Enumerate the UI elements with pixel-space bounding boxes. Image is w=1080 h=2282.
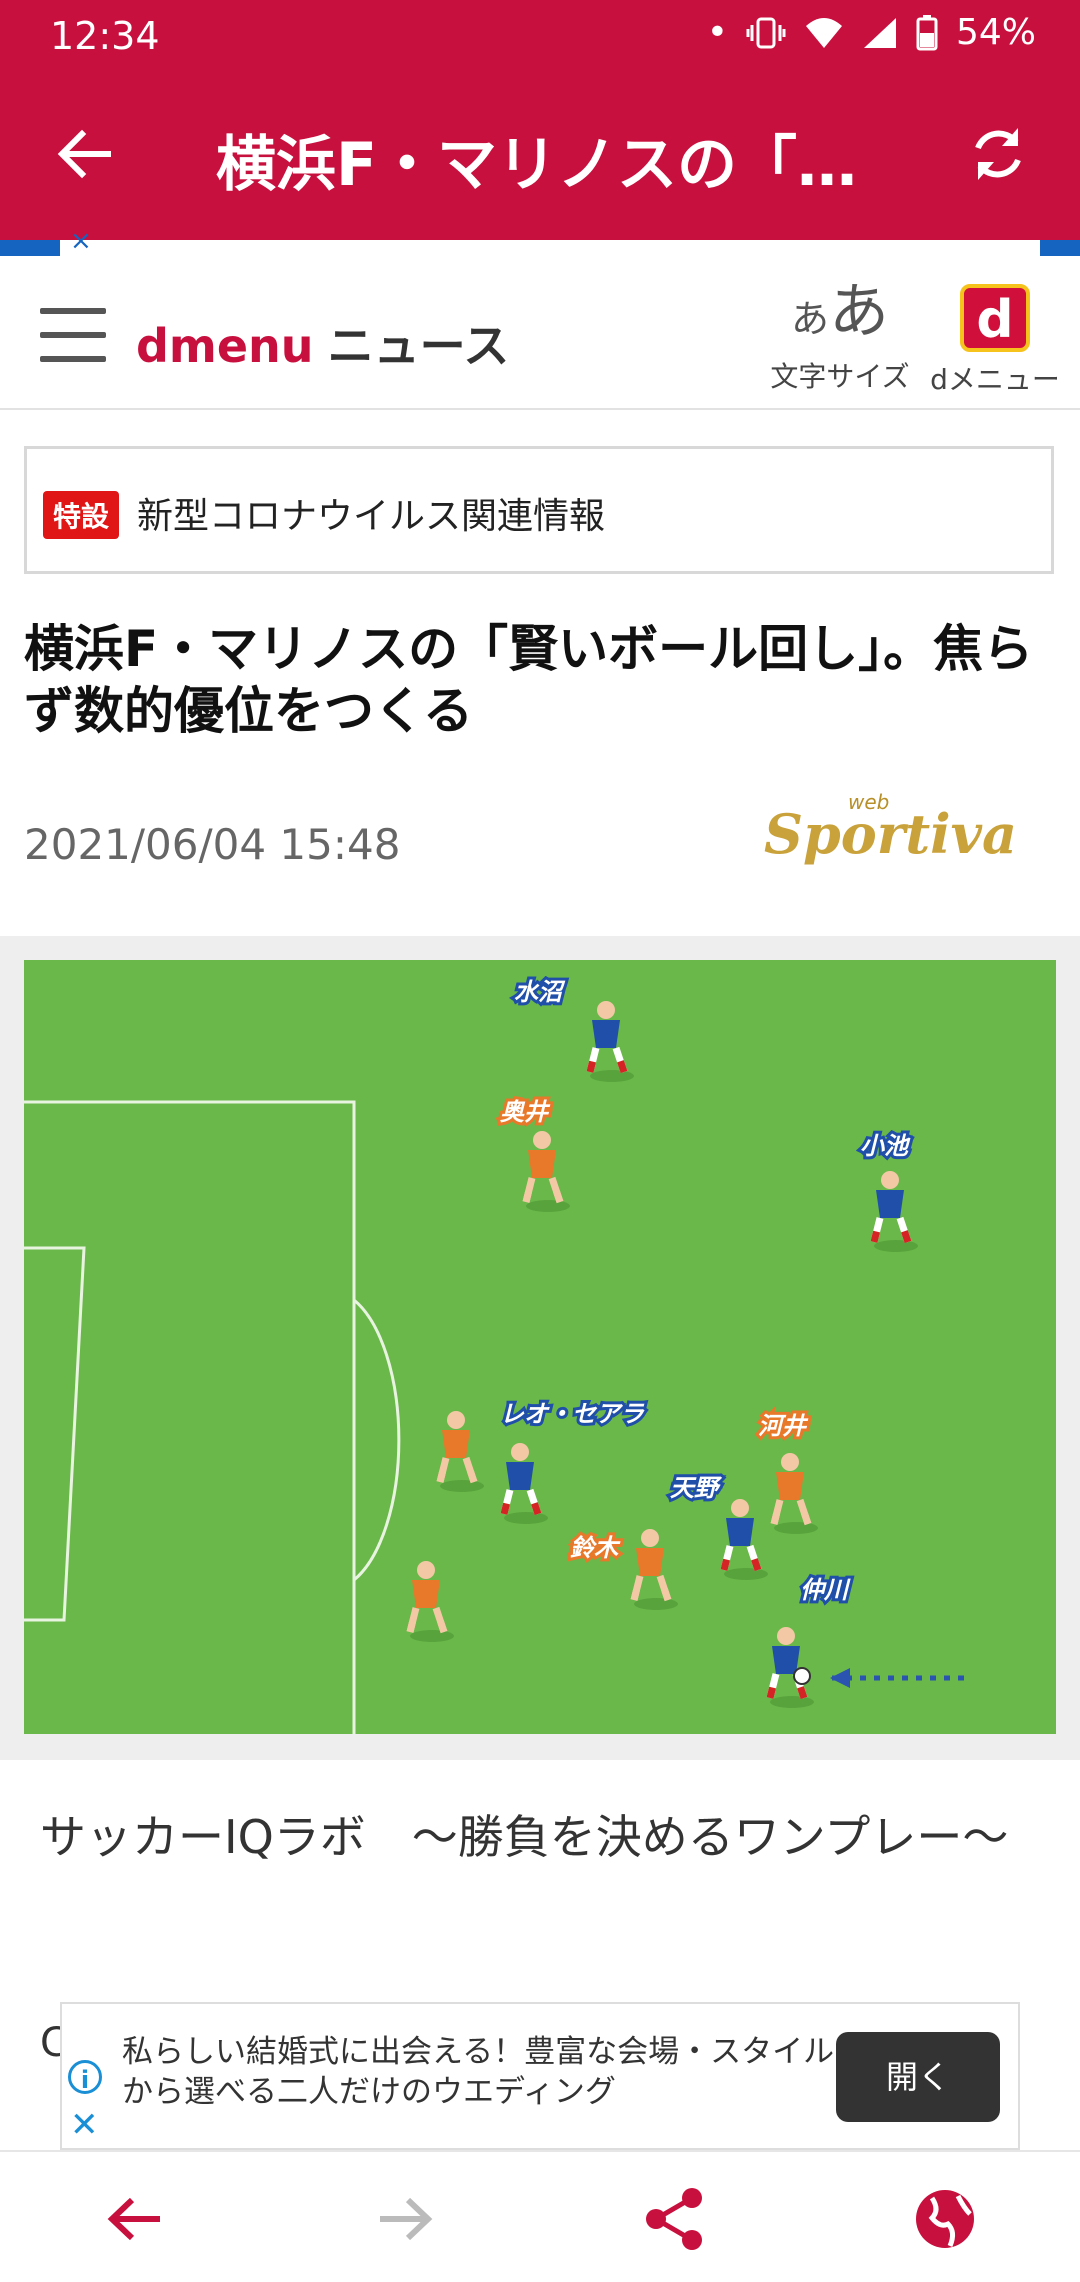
battery-percent: 54% [955,12,1036,53]
article-headline: 横浜F・マリノスの「賢いボール回し」。焦らず数的優位をつくる [24,620,1034,740]
special-notice-link[interactable]: 特設 新型コロナウイルス関連情報 [24,446,1054,574]
back-arrow-icon[interactable] [100,2184,170,2254]
dot-icon: • [706,12,728,53]
notice-text: 新型コロナウイルス関連情報 [137,496,606,537]
label-kawai: 河井 [758,1412,809,1440]
dmenu-button[interactable]: d dメニュー [930,284,1060,398]
bottom-nav [0,2150,1080,2282]
label-okui: 奥井 [500,1098,551,1126]
label-amano: 天野 [670,1474,723,1502]
article-series-caption: サッカーIQラボ 〜勝負を決めるワンプレー〜 [40,1810,1009,1864]
label-mizunuma: 水沼 [514,978,566,1006]
dmenu-label: dメニュー [930,363,1060,396]
ad-text: 私らしい結婚式に出会える！豊富な会場・スタイルから選べる二人だけのウエディング [122,2034,835,2110]
back-arrow-icon[interactable] [52,122,116,186]
status-bar: 12:34 • 54% [0,0,1080,72]
hamburger-menu-icon[interactable] [40,308,106,364]
dmenu-logo-icon: d [960,284,1030,352]
ad-open-button[interactable]: 開く [836,2032,1000,2122]
close-icon[interactable]: × [70,226,92,256]
info-icon[interactable]: i [68,2060,102,2094]
label-nakagawa: 仲川 [800,1576,851,1604]
label-suzuki: 鈴木 [570,1534,621,1562]
forward-arrow-icon[interactable] [370,2184,440,2254]
signal-icon [863,17,896,48]
article-date: 2021/06/04 15:48 [24,820,401,869]
ball [793,1667,811,1685]
dmenu-news-logo[interactable]: dmenu ニュース [136,310,509,376]
label-leo: レオ・セアラ [500,1400,645,1428]
globe-icon[interactable] [910,2184,980,2254]
label-koike: 小池 [860,1132,911,1160]
ad-banner[interactable]: i ✕ 私らしい結婚式に出会える！豊富な会場・スタイルから選べる二人だけのウエデ… [60,2002,1020,2150]
close-icon[interactable]: ✕ [70,2108,99,2142]
source-logo[interactable]: web Sportiva [760,790,1017,870]
clock: 12:34 [50,14,160,58]
site-header: dmenu ニュース ああ 文字サイズ d dメニュー [0,256,1080,410]
ad-strip-top: × [0,226,1080,256]
refresh-icon[interactable] [962,118,1034,190]
share-icon[interactable] [640,2184,710,2254]
page-title: 横浜F・マリノスの「賢... [216,130,906,200]
battery-icon [916,14,938,50]
font-size-button[interactable]: ああ 文字サイズ [760,276,920,395]
vibrate-icon [746,17,786,48]
font-size-label: 文字サイズ [770,360,910,393]
app-bar: 横浜F・マリノスの「賢... [0,72,1080,240]
wifi-icon [805,17,842,48]
soccer-field-diagram[interactable]: 水沼 奥井 小池 レオ・セアラ 河井 天野 鈴木 仲川 [24,960,1056,1734]
special-badge: 特設 [43,491,120,539]
